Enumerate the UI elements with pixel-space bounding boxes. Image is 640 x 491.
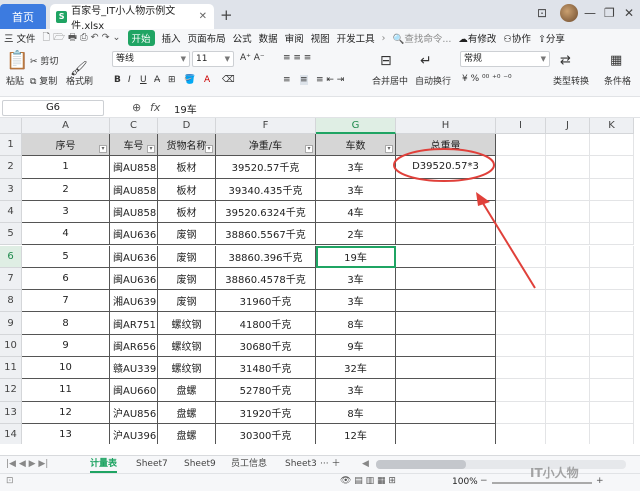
sheet-more-icon[interactable]: ··· ＋ (320, 456, 340, 473)
horizontal-scrollbar[interactable] (376, 460, 626, 469)
status-bar: ⊡ 👁 ▤ ▥ ▦ ⊞ 100% − + IT小人物 (0, 466, 640, 491)
table-cell[interactable]: 19车 (316, 245, 396, 268)
sheet-tab-4[interactable]: 员工信息 (231, 456, 267, 473)
zoom-level[interactable]: 100% (452, 477, 478, 487)
scroll-left-icon[interactable]: ◀ (362, 456, 369, 473)
sheet-tab-5[interactable]: Sheet3 (285, 456, 317, 473)
zoom-slider[interactable] (492, 482, 592, 484)
sheet-tab-3[interactable]: Sheet9 (184, 456, 216, 473)
sheet-tab-1[interactable]: 计量表 (90, 456, 118, 473)
annotation-arrow (480, 199, 536, 289)
status-icon: ⊡ (6, 476, 14, 486)
sheet-tab-2[interactable]: Sheet7 (136, 456, 168, 473)
annotation-arrowhead (476, 192, 490, 206)
annotation-circle (393, 148, 495, 182)
zoom-in-icon[interactable]: + (596, 476, 604, 486)
view-icons[interactable]: 👁 ▤ ▥ ▦ ⊞ (340, 476, 396, 486)
scrollbar-thumb[interactable] (376, 460, 466, 469)
watermark: IT小人物 (530, 466, 579, 480)
sheet-nav-icons[interactable]: |◀ ◀ ▶ ▶| (6, 456, 48, 473)
zoom-out-icon[interactable]: − (480, 476, 488, 486)
